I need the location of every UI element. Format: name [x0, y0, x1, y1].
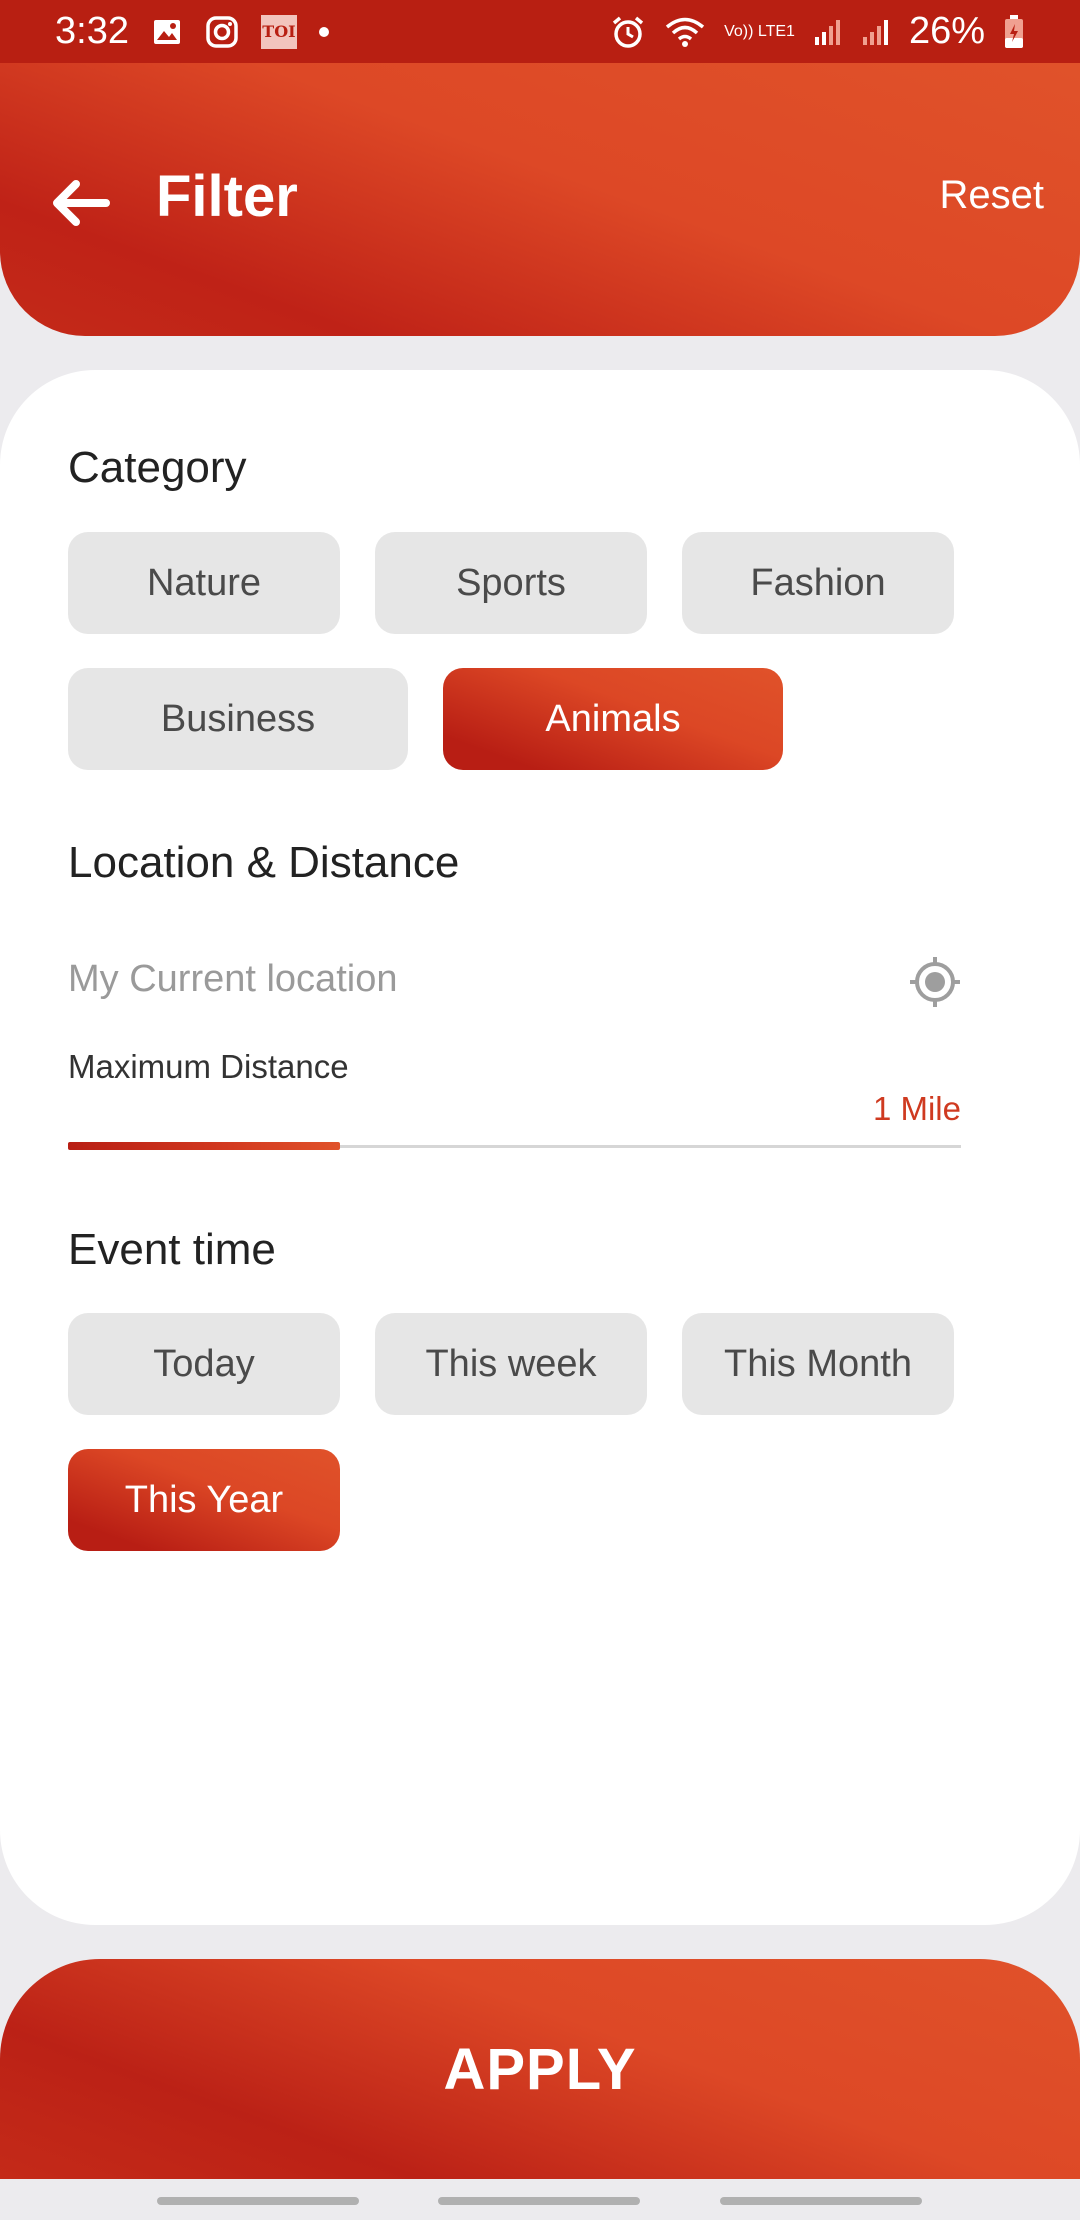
wifi-icon	[664, 14, 706, 50]
battery-percent: 26%	[908, 10, 985, 52]
distance-slider[interactable]	[68, 1142, 961, 1150]
event-chip-this-year[interactable]: This Year	[68, 1449, 340, 1551]
header: Filter Reset	[0, 63, 1080, 336]
distance-slider-fill	[68, 1142, 341, 1150]
category-title: Category	[68, 443, 247, 492]
category-chip-business[interactable]: Business	[68, 668, 408, 770]
signal-icon-2	[861, 17, 891, 47]
event-chip-this-week[interactable]: This week	[375, 1313, 647, 1415]
category-chip-animals[interactable]: Animals	[443, 668, 783, 770]
toi-icon: TOI	[260, 14, 297, 49]
nav-home-handle[interactable]	[438, 2197, 640, 2205]
battery-icon	[1003, 14, 1025, 50]
image-icon	[151, 16, 183, 48]
network-type-label: Vo)) LTE1	[724, 22, 795, 40]
apply-button[interactable]: APPLY	[0, 1959, 1080, 2179]
alarm-icon	[610, 14, 646, 50]
status-bar: 3:32 TOI Vo)) LTE1 26%	[0, 0, 1080, 63]
locate-icon	[910, 957, 960, 1007]
status-time: 3:32	[55, 10, 129, 52]
nav-recents-handle[interactable]	[157, 2197, 359, 2205]
reset-button[interactable]: Reset	[940, 173, 1045, 218]
status-right: Vo)) LTE1 26%	[610, 10, 1025, 53]
max-distance-label: Maximum Distance	[68, 1048, 349, 1085]
back-arrow-icon	[53, 180, 110, 226]
nav-back-handle[interactable]	[720, 2197, 922, 2205]
category-chip-sports[interactable]: Sports	[375, 532, 647, 634]
event-time-title: Event time	[68, 1225, 276, 1274]
filter-card: Category Nature Sports Fashion Business …	[0, 370, 1080, 1925]
locate-button[interactable]	[907, 954, 963, 1010]
back-button[interactable]	[45, 168, 115, 238]
category-chip-fashion[interactable]: Fashion	[682, 532, 954, 634]
instagram-icon	[205, 15, 239, 49]
system-nav-bar	[0, 2179, 1080, 2220]
location-input[interactable]: My Current location	[68, 958, 397, 1001]
category-chip-nature[interactable]: Nature	[68, 532, 340, 634]
event-chip-today[interactable]: Today	[68, 1313, 340, 1415]
distance-value: 1 Mile	[872, 1090, 961, 1127]
event-chip-this-month[interactable]: This Month	[682, 1313, 954, 1415]
status-left: 3:32 TOI	[55, 10, 329, 53]
location-title: Location & Distance	[68, 838, 460, 887]
signal-icon	[813, 17, 843, 47]
page-title: Filter	[156, 164, 298, 229]
notification-dot-icon	[318, 26, 329, 37]
